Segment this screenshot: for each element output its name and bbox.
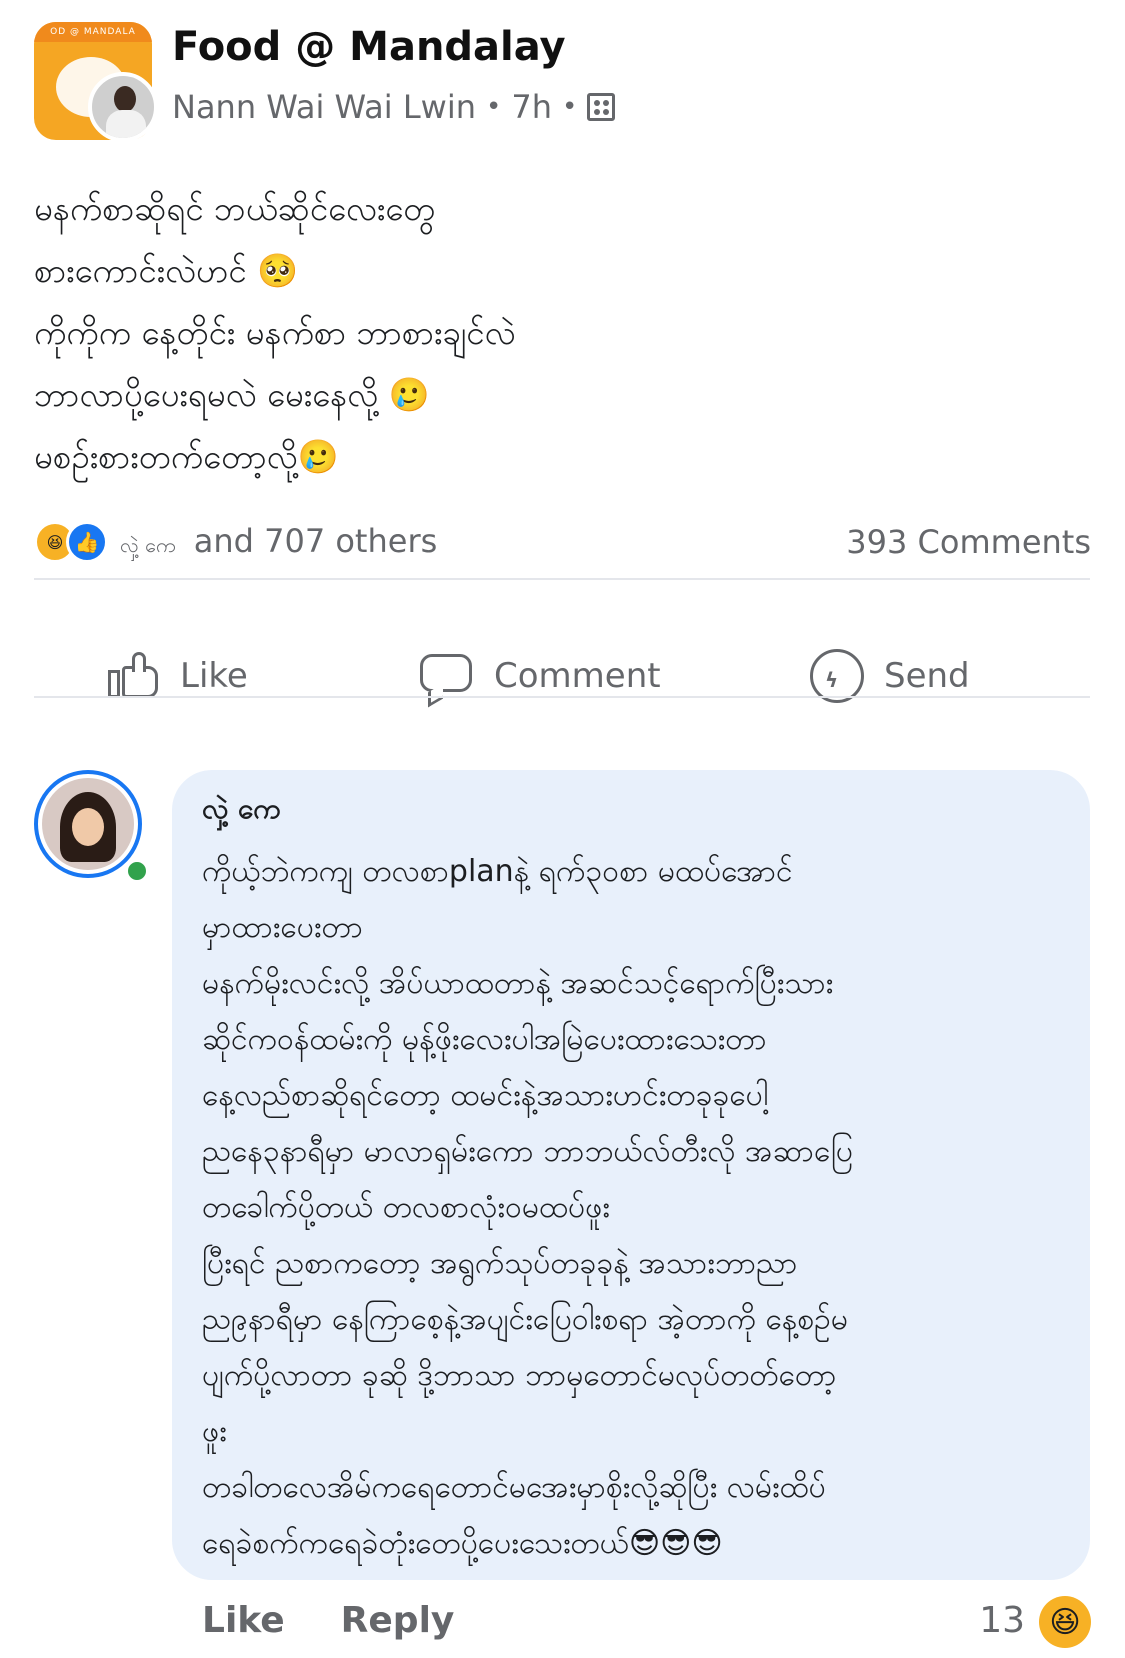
comment-reaction-count[interactable]: 13	[979, 1600, 1025, 1641]
send-label: Send	[884, 656, 970, 696]
comment-text: ကိုယ့်ဘဲကကျ တလစာplanနဲ့ ရက်၃၀စာ မထပ်အောင…	[202, 844, 1072, 1572]
comment-line: ညနေ၃နာရီမှာ မာလာရှမ်းကော ဘာဘယ်လ်တီးလို အ…	[202, 1134, 853, 1169]
post-line: မစဉ်းစားတက်တော့လို့🥲	[34, 437, 339, 476]
comment-author[interactable]: လှဲ့ ကေ	[202, 790, 281, 832]
like-label: Like	[180, 656, 248, 696]
post-time[interactable]: 7h	[511, 88, 552, 126]
comment-reply-button[interactable]: Reply	[341, 1600, 455, 1641]
meta-separator: •	[485, 92, 502, 122]
reaction-count-text: and 707 others	[193, 522, 438, 560]
post-text: မနက်စာဆိုရင် ဘယ်ဆိုင်လေးတွေ စားကောင်းလဲဟ…	[34, 178, 1074, 488]
group-name[interactable]: Food @ Mandalay	[172, 24, 566, 70]
comment-line: ရေခဲစက်ကရေခဲတုံးတေပို့ပေးသေးတယ်😎😎😎	[202, 1526, 723, 1561]
post-line: ဘာလာပို့ပေးရမလဲ မေးနေလို့ 🥲	[34, 375, 430, 414]
comments-count[interactable]: 393 Comments	[846, 518, 1091, 566]
group-avatar-strip: OD @ MANDALA	[34, 22, 152, 42]
post-meta: Nann Wai Wai Lwin • 7h •	[172, 88, 616, 126]
comment-label: Comment	[494, 656, 661, 696]
online-status-indicator	[124, 858, 150, 884]
comment-line: တခါတလေအိမ်ကရေတောင်မအေးမှာစိုးလို့ဆိုပြီး…	[202, 1470, 826, 1505]
commenter-avatar[interactable]	[34, 770, 142, 878]
comment-line: မနက်မိုးလင်းလို့ အိပ်ယာထတာနဲ့ အဆင်သင့်ရေ…	[202, 966, 834, 1001]
reaction-names: လှဲ့ ကေ	[120, 533, 176, 557]
comment-actions: Like Reply	[202, 1600, 454, 1641]
comment-line: တခေါက်ပို့တယ် တလစာလုံးဝမထပ်ဖူး	[202, 1190, 610, 1225]
comment-like-button[interactable]: Like	[202, 1600, 285, 1641]
comment-line: ဖူး	[202, 1414, 227, 1449]
comment-line: ဆိုင်ကဝန်ထမ်းကို မုန့်ဖိုးလေးပါအမြဲပေးထာ…	[202, 1022, 767, 1057]
like-reaction-icon: 👍	[66, 521, 108, 563]
comment-line: ကိုယ့်ဘဲကကျ တလစာplanနဲ့ ရက်၃၀စာ မထပ်အောင…	[202, 854, 793, 889]
thumbs-up-icon	[108, 652, 160, 700]
divider	[34, 578, 1090, 580]
meta-separator-2: •	[561, 92, 578, 122]
post-line: စားကောင်းလဲဟင် 🥺	[34, 251, 299, 290]
post-line: မနက်စာဆိုရင် ဘယ်ဆိုင်လေးတွေ	[34, 189, 436, 228]
speech-bubble-icon	[420, 652, 474, 708]
author-name[interactable]: Nann Wai Wai Lwin	[172, 88, 476, 126]
comment-line: ည၉နာရီမှာ နေကြာစေ့နဲ့အပျင်းပြေဝါးစရာ အဲ့…	[202, 1302, 848, 1337]
comment-line: မှာထားပေးတာ	[202, 910, 363, 945]
haha-reaction-icon: 😆	[1039, 1596, 1091, 1648]
messenger-icon: ϟ	[810, 649, 864, 703]
comment-line: နေ့လည်စာဆိုရင်တော့ ထမင်းနဲ့အသားဟင်းတခုခု…	[202, 1078, 768, 1113]
comment-line: ပျက်ပို့လာတာ ခုဆို ဒို့ဘာသာ ဘာမှတောင်မလု…	[202, 1358, 837, 1393]
group-members-icon	[587, 93, 616, 121]
divider	[34, 696, 1090, 698]
post-line: ကိုကိုက နေ့တိုင်း မနက်စာ ဘာစားချင်လဲ	[34, 313, 516, 352]
author-avatar[interactable]	[88, 72, 158, 142]
reaction-summary[interactable]: 😆 👍 လှဲ့ ကေ and 707 others	[34, 518, 437, 566]
comment-line: ပြီးရင် ညစာကတော့ အရွက်သုပ်တခုခုနဲ့ အသားဘ…	[202, 1246, 798, 1281]
